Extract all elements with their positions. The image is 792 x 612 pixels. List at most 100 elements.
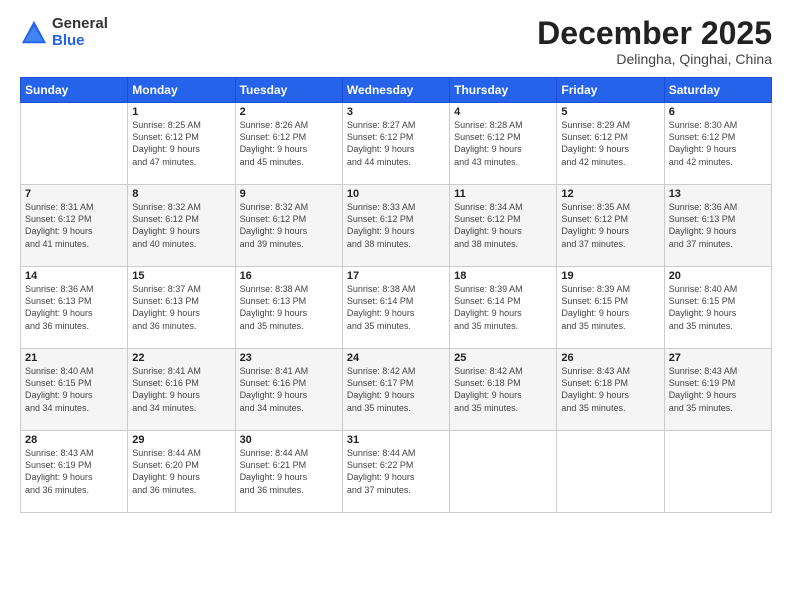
logo-text: General Blue xyxy=(52,16,108,49)
day-number: 15 xyxy=(132,270,230,282)
table-row: 2Sunrise: 8:26 AMSunset: 6:12 PMDaylight… xyxy=(235,103,342,185)
day-number: 20 xyxy=(669,270,767,282)
day-info: Sunrise: 8:42 AMSunset: 6:18 PMDaylight:… xyxy=(454,365,552,414)
day-number: 21 xyxy=(25,352,123,364)
calendar-week-row: 7Sunrise: 8:31 AMSunset: 6:12 PMDaylight… xyxy=(21,185,772,267)
table-row xyxy=(21,103,128,185)
day-info: Sunrise: 8:43 AMSunset: 6:18 PMDaylight:… xyxy=(561,365,659,414)
day-number: 29 xyxy=(132,434,230,446)
day-info: Sunrise: 8:33 AMSunset: 6:12 PMDaylight:… xyxy=(347,201,445,250)
day-number: 12 xyxy=(561,188,659,200)
day-info: Sunrise: 8:40 AMSunset: 6:15 PMDaylight:… xyxy=(25,365,123,414)
day-info: Sunrise: 8:37 AMSunset: 6:13 PMDaylight:… xyxy=(132,283,230,332)
day-number: 23 xyxy=(240,352,338,364)
table-row: 6Sunrise: 8:30 AMSunset: 6:12 PMDaylight… xyxy=(664,103,771,185)
table-row: 17Sunrise: 8:38 AMSunset: 6:14 PMDayligh… xyxy=(342,267,449,349)
day-info: Sunrise: 8:44 AMSunset: 6:22 PMDaylight:… xyxy=(347,447,445,496)
calendar-week-row: 1Sunrise: 8:25 AMSunset: 6:12 PMDaylight… xyxy=(21,103,772,185)
title-block: December 2025 Delingha, Qinghai, China xyxy=(537,16,772,67)
day-info: Sunrise: 8:38 AMSunset: 6:13 PMDaylight:… xyxy=(240,283,338,332)
day-number: 28 xyxy=(25,434,123,446)
table-row xyxy=(664,431,771,513)
header: General Blue December 2025 Delingha, Qin… xyxy=(20,16,772,67)
table-row: 3Sunrise: 8:27 AMSunset: 6:12 PMDaylight… xyxy=(342,103,449,185)
day-info: Sunrise: 8:29 AMSunset: 6:12 PMDaylight:… xyxy=(561,119,659,168)
day-info: Sunrise: 8:44 AMSunset: 6:20 PMDaylight:… xyxy=(132,447,230,496)
table-row: 25Sunrise: 8:42 AMSunset: 6:18 PMDayligh… xyxy=(450,349,557,431)
day-info: Sunrise: 8:27 AMSunset: 6:12 PMDaylight:… xyxy=(347,119,445,168)
day-number: 8 xyxy=(132,188,230,200)
day-number: 10 xyxy=(347,188,445,200)
calendar-week-row: 14Sunrise: 8:36 AMSunset: 6:13 PMDayligh… xyxy=(21,267,772,349)
day-info: Sunrise: 8:44 AMSunset: 6:21 PMDaylight:… xyxy=(240,447,338,496)
day-info: Sunrise: 8:25 AMSunset: 6:12 PMDaylight:… xyxy=(132,119,230,168)
day-info: Sunrise: 8:38 AMSunset: 6:14 PMDaylight:… xyxy=(347,283,445,332)
day-number: 7 xyxy=(25,188,123,200)
table-row: 31Sunrise: 8:44 AMSunset: 6:22 PMDayligh… xyxy=(342,431,449,513)
table-row: 8Sunrise: 8:32 AMSunset: 6:12 PMDaylight… xyxy=(128,185,235,267)
table-row: 26Sunrise: 8:43 AMSunset: 6:18 PMDayligh… xyxy=(557,349,664,431)
day-number: 13 xyxy=(669,188,767,200)
day-info: Sunrise: 8:41 AMSunset: 6:16 PMDaylight:… xyxy=(132,365,230,414)
day-number: 5 xyxy=(561,106,659,118)
calendar-week-row: 28Sunrise: 8:43 AMSunset: 6:19 PMDayligh… xyxy=(21,431,772,513)
header-thursday: Thursday xyxy=(450,78,557,103)
table-row: 1Sunrise: 8:25 AMSunset: 6:12 PMDaylight… xyxy=(128,103,235,185)
day-number: 1 xyxy=(132,106,230,118)
day-info: Sunrise: 8:41 AMSunset: 6:16 PMDaylight:… xyxy=(240,365,338,414)
page: General Blue December 2025 Delingha, Qin… xyxy=(0,0,792,612)
table-row: 19Sunrise: 8:39 AMSunset: 6:15 PMDayligh… xyxy=(557,267,664,349)
day-info: Sunrise: 8:43 AMSunset: 6:19 PMDaylight:… xyxy=(669,365,767,414)
day-info: Sunrise: 8:43 AMSunset: 6:19 PMDaylight:… xyxy=(25,447,123,496)
day-number: 3 xyxy=(347,106,445,118)
day-info: Sunrise: 8:39 AMSunset: 6:15 PMDaylight:… xyxy=(561,283,659,332)
logo-general-text: General xyxy=(52,16,108,33)
day-number: 2 xyxy=(240,106,338,118)
calendar-table: Sunday Monday Tuesday Wednesday Thursday… xyxy=(20,77,772,513)
day-number: 25 xyxy=(454,352,552,364)
table-row: 11Sunrise: 8:34 AMSunset: 6:12 PMDayligh… xyxy=(450,185,557,267)
table-row: 14Sunrise: 8:36 AMSunset: 6:13 PMDayligh… xyxy=(21,267,128,349)
day-number: 27 xyxy=(669,352,767,364)
day-number: 11 xyxy=(454,188,552,200)
table-row: 30Sunrise: 8:44 AMSunset: 6:21 PMDayligh… xyxy=(235,431,342,513)
day-number: 19 xyxy=(561,270,659,282)
table-row: 9Sunrise: 8:32 AMSunset: 6:12 PMDaylight… xyxy=(235,185,342,267)
day-info: Sunrise: 8:36 AMSunset: 6:13 PMDaylight:… xyxy=(669,201,767,250)
table-row: 24Sunrise: 8:42 AMSunset: 6:17 PMDayligh… xyxy=(342,349,449,431)
day-number: 22 xyxy=(132,352,230,364)
table-row: 22Sunrise: 8:41 AMSunset: 6:16 PMDayligh… xyxy=(128,349,235,431)
table-row xyxy=(557,431,664,513)
table-row: 18Sunrise: 8:39 AMSunset: 6:14 PMDayligh… xyxy=(450,267,557,349)
day-info: Sunrise: 8:32 AMSunset: 6:12 PMDaylight:… xyxy=(240,201,338,250)
header-saturday: Saturday xyxy=(664,78,771,103)
table-row: 5Sunrise: 8:29 AMSunset: 6:12 PMDaylight… xyxy=(557,103,664,185)
logo: General Blue xyxy=(20,16,108,49)
table-row: 21Sunrise: 8:40 AMSunset: 6:15 PMDayligh… xyxy=(21,349,128,431)
day-number: 18 xyxy=(454,270,552,282)
table-row: 15Sunrise: 8:37 AMSunset: 6:13 PMDayligh… xyxy=(128,267,235,349)
day-number: 6 xyxy=(669,106,767,118)
table-row: 12Sunrise: 8:35 AMSunset: 6:12 PMDayligh… xyxy=(557,185,664,267)
header-tuesday: Tuesday xyxy=(235,78,342,103)
table-row: 29Sunrise: 8:44 AMSunset: 6:20 PMDayligh… xyxy=(128,431,235,513)
day-info: Sunrise: 8:36 AMSunset: 6:13 PMDaylight:… xyxy=(25,283,123,332)
table-row: 27Sunrise: 8:43 AMSunset: 6:19 PMDayligh… xyxy=(664,349,771,431)
logo-blue-text: Blue xyxy=(52,33,108,50)
location-subtitle: Delingha, Qinghai, China xyxy=(537,51,772,67)
day-number: 31 xyxy=(347,434,445,446)
logo-icon xyxy=(20,19,48,47)
weekday-header-row: Sunday Monday Tuesday Wednesday Thursday… xyxy=(21,78,772,103)
day-number: 17 xyxy=(347,270,445,282)
day-info: Sunrise: 8:30 AMSunset: 6:12 PMDaylight:… xyxy=(669,119,767,168)
day-info: Sunrise: 8:26 AMSunset: 6:12 PMDaylight:… xyxy=(240,119,338,168)
table-row: 20Sunrise: 8:40 AMSunset: 6:15 PMDayligh… xyxy=(664,267,771,349)
table-row: 10Sunrise: 8:33 AMSunset: 6:12 PMDayligh… xyxy=(342,185,449,267)
day-info: Sunrise: 8:42 AMSunset: 6:17 PMDaylight:… xyxy=(347,365,445,414)
day-info: Sunrise: 8:39 AMSunset: 6:14 PMDaylight:… xyxy=(454,283,552,332)
day-number: 9 xyxy=(240,188,338,200)
day-info: Sunrise: 8:40 AMSunset: 6:15 PMDaylight:… xyxy=(669,283,767,332)
day-info: Sunrise: 8:28 AMSunset: 6:12 PMDaylight:… xyxy=(454,119,552,168)
table-row: 7Sunrise: 8:31 AMSunset: 6:12 PMDaylight… xyxy=(21,185,128,267)
table-row: 16Sunrise: 8:38 AMSunset: 6:13 PMDayligh… xyxy=(235,267,342,349)
